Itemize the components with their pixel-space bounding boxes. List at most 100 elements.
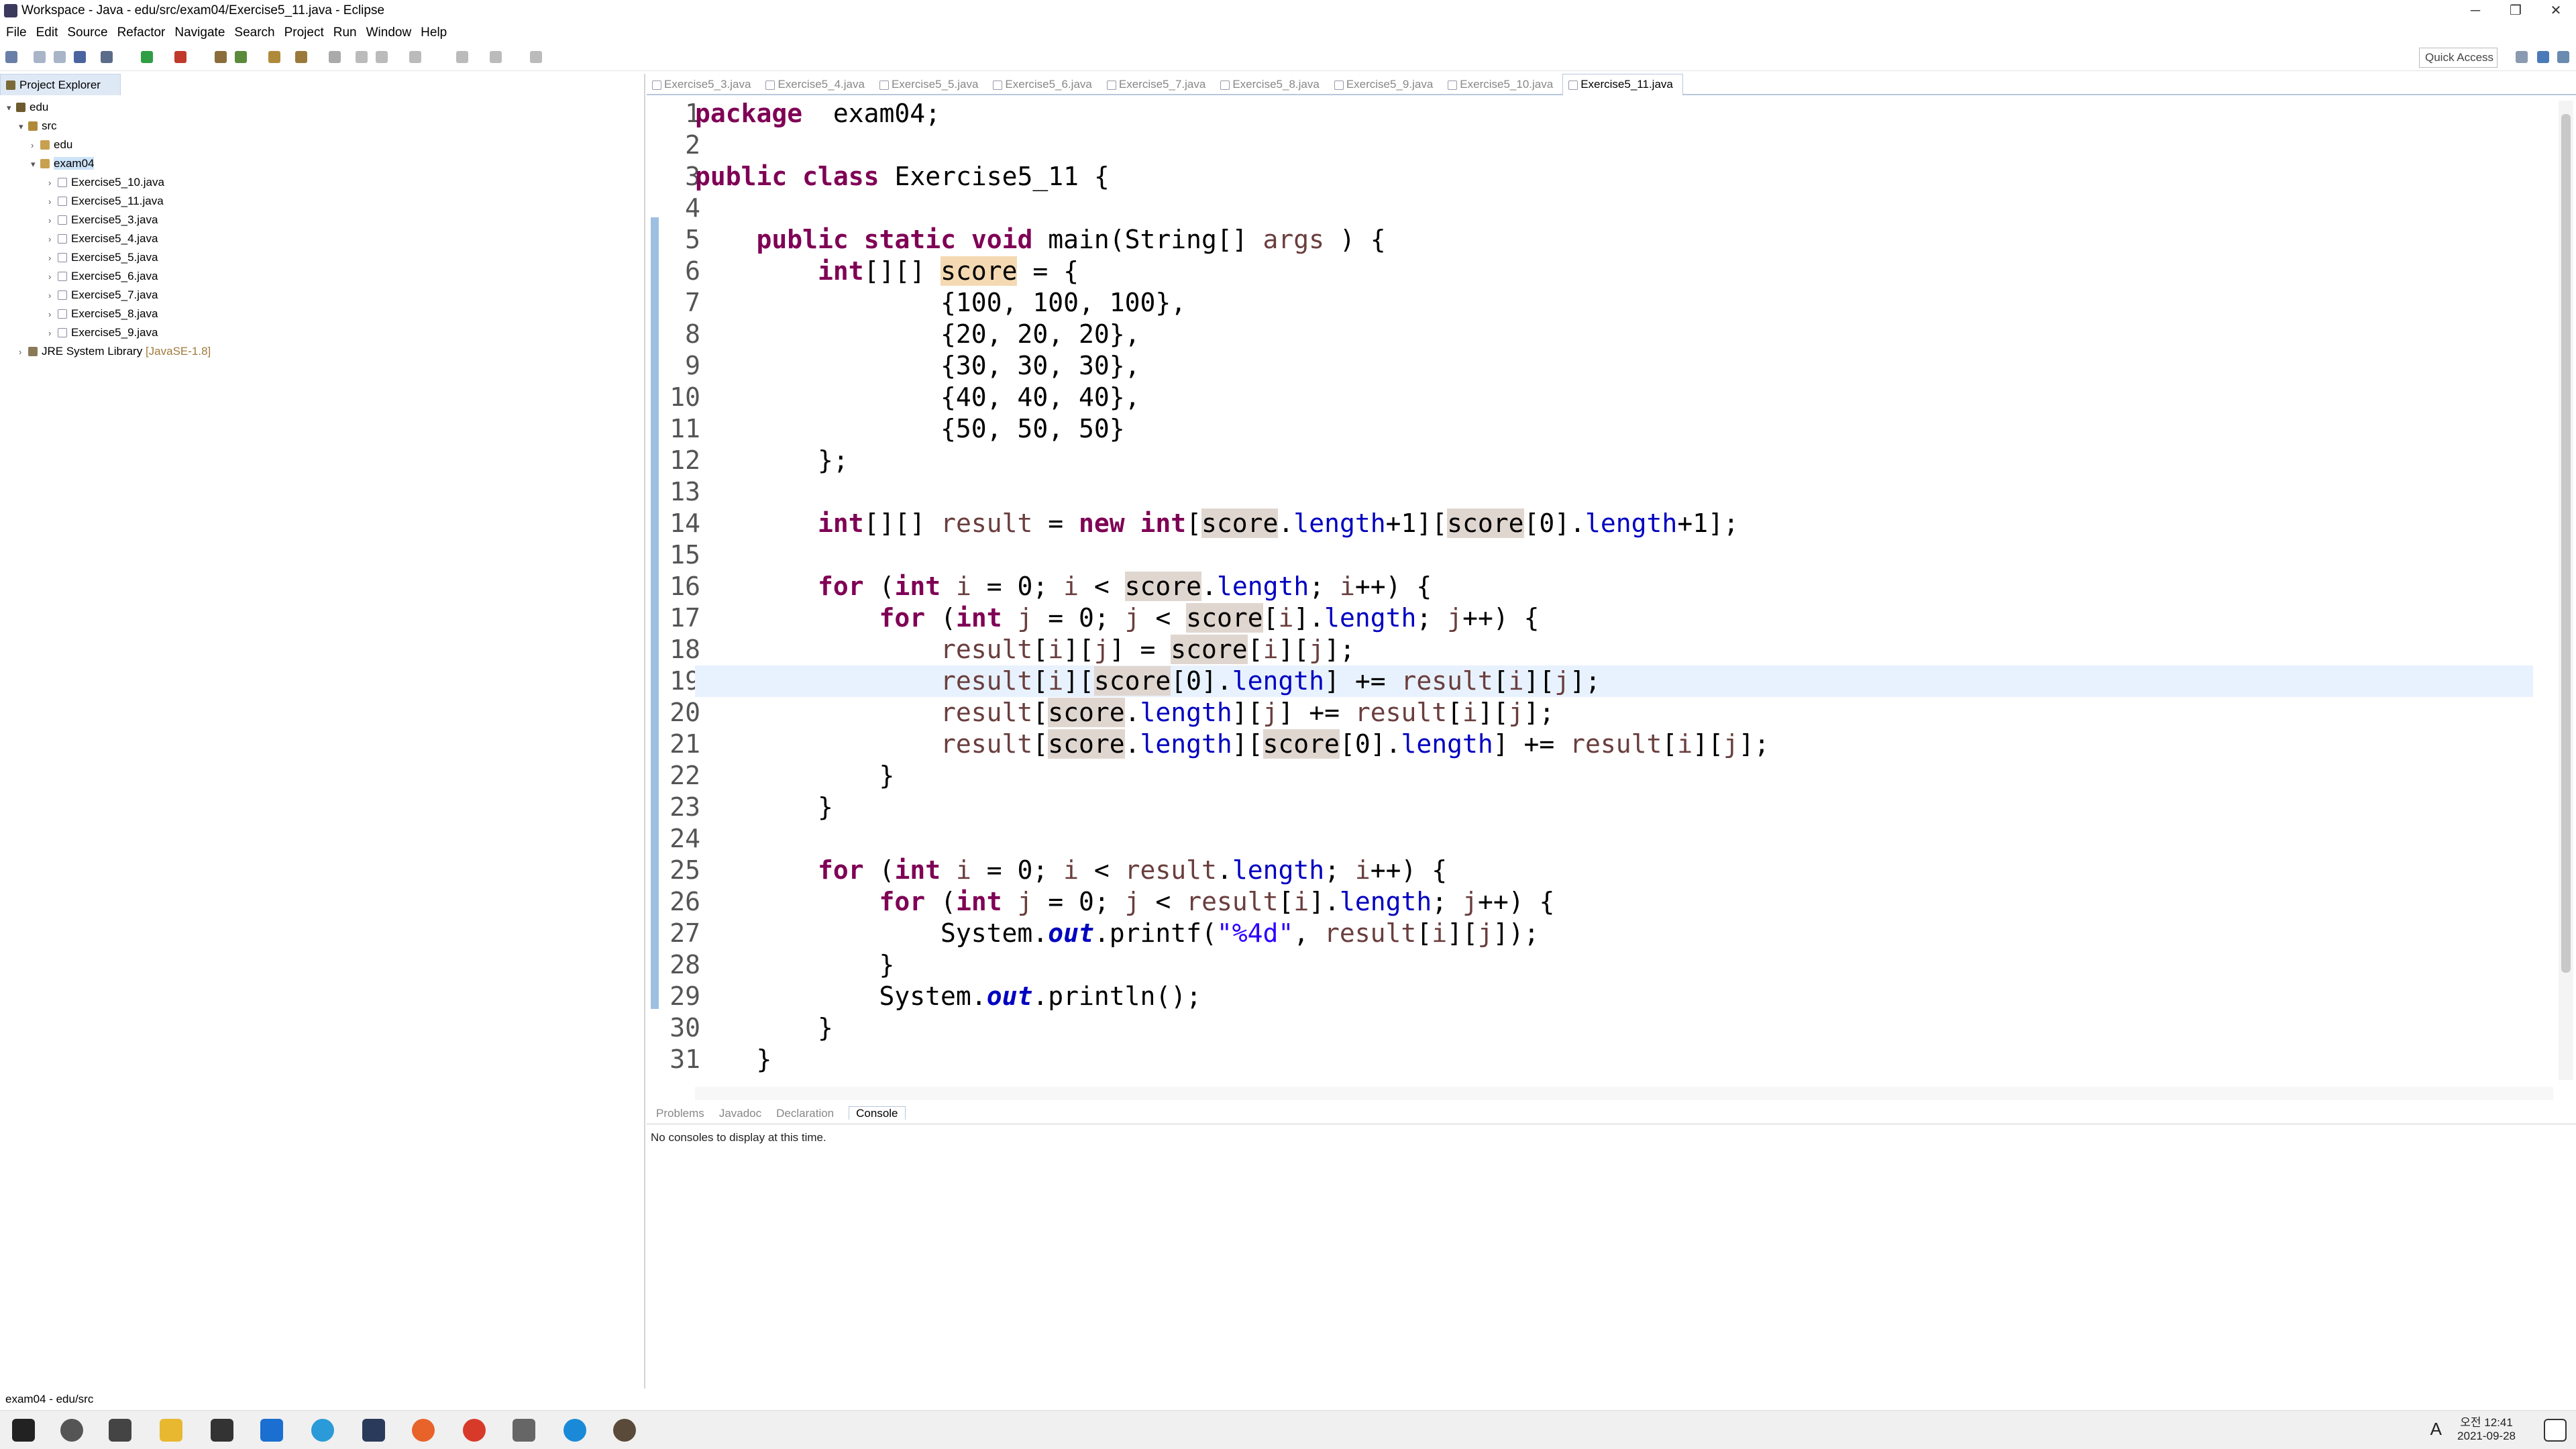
menu-source[interactable]: Source [67,25,107,40]
restore-button[interactable]: ❐ [2496,0,2536,21]
quick-access-input[interactable]: Quick Access [2419,48,2498,68]
chrome-icon[interactable] [463,1419,486,1442]
run-icon[interactable] [141,51,153,63]
code-line[interactable] [695,129,2533,161]
vertical-scrollbar[interactable] [2559,101,2573,1080]
collapse-arrow-icon[interactable]: ▾ [19,117,28,136]
forward-icon[interactable] [490,51,502,63]
tab-console[interactable]: Console [849,1106,906,1120]
task-view-icon[interactable] [109,1419,131,1442]
code-line[interactable]: } [695,760,2533,792]
tab-declaration[interactable]: Declaration [776,1107,834,1120]
save-all-icon[interactable] [54,51,66,63]
editor-tab[interactable]: Exercise5_8.java [1215,74,1328,95]
code-line[interactable]: package exam04; [695,98,2533,129]
toggle-mark-icon[interactable] [329,51,341,63]
code-line[interactable]: } [695,792,2533,823]
tree-item-jre[interactable]: › JRE System Library [JavaSE-1.8] [19,342,211,362]
code-line[interactable]: for (int j = 0; j < score[i].length; j++… [695,602,2533,634]
code-line[interactable]: public class Exercise5_11 { [695,161,2533,193]
mail-icon[interactable] [260,1419,283,1442]
editor-tab[interactable]: Exercise5_5.java [874,74,987,95]
eclipse-taskbar-icon[interactable] [362,1419,385,1442]
menu-file[interactable]: File [6,25,27,40]
back-icon[interactable] [456,51,468,63]
code-line[interactable] [695,476,2533,508]
ie-icon[interactable] [311,1419,334,1442]
debug-icon[interactable] [101,51,113,63]
menu-edit[interactable]: Edit [36,25,58,40]
edge-icon[interactable] [564,1419,586,1442]
pin-icon[interactable] [530,51,542,63]
scroll-thumb[interactable] [2561,114,2571,973]
new-package-icon[interactable] [235,51,247,63]
tree-item-file[interactable]: › Exercise5_6.java [48,267,158,286]
code-line[interactable] [695,823,2533,855]
tree-item-file[interactable]: › Exercise5_7.java [48,286,158,305]
start-icon[interactable] [12,1419,35,1442]
menu-refactor[interactable]: Refactor [117,25,166,40]
tree-item-src[interactable]: ▾ src [19,117,57,136]
code-line[interactable]: result[i][j] = score[i][j]; [695,634,2533,665]
minimize-button[interactable]: ─ [2455,0,2496,21]
print-icon[interactable] [74,51,86,63]
code-line[interactable]: for (int j = 0; j < result[i].length; j+… [695,886,2533,918]
code-line[interactable]: result[score.length][j] += result[i][j]; [695,697,2533,729]
editor-tab[interactable]: Exercise5_3.java [647,74,760,95]
expand-arrow-icon[interactable]: › [31,136,40,155]
tree-item-file[interactable]: › Exercise5_8.java [48,305,158,324]
firefox-icon[interactable] [412,1419,435,1442]
code-line[interactable]: } [695,1044,2533,1075]
close-button[interactable]: ✕ [2536,0,2576,21]
app-icon[interactable] [613,1419,636,1442]
save-icon[interactable] [34,51,46,63]
tree-item-file[interactable]: › Exercise5_4.java [48,229,158,249]
tab-javadoc[interactable]: Javadoc [719,1107,761,1120]
tree-item-file[interactable]: › Exercise5_11.java [48,192,164,211]
next-annotation-icon[interactable] [356,51,368,63]
code-line[interactable]: {50, 50, 50} [695,413,2533,445]
code-line[interactable]: public static void main(String[] args ) … [695,224,2533,256]
editor-tab[interactable]: Exercise5_4.java [760,74,873,95]
code-line[interactable]: System.out.println(); [695,981,2533,1012]
code-line[interactable]: {100, 100, 100}, [695,287,2533,319]
code-line[interactable]: int[][] score = { [695,256,2533,287]
notification-icon[interactable] [2544,1419,2567,1442]
new-icon[interactable] [5,51,17,63]
debug-perspective-icon[interactable] [2557,51,2569,63]
calculator-icon[interactable] [513,1419,535,1442]
editor-tab[interactable]: Exercise5_10.java [1442,74,1562,95]
code-line[interactable]: result[i][score[0].length] += result[i][… [695,665,2533,697]
code-line[interactable]: {20, 20, 20}, [695,319,2533,350]
menu-help[interactable]: Help [421,25,447,40]
tree-item-package-exam04[interactable]: ▾ exam04 [31,154,95,174]
code-line[interactable]: System.out.printf("%4d", result[i][j]); [695,918,2533,949]
code-line[interactable] [695,193,2533,224]
tree-item-file[interactable]: › Exercise5_9.java [48,323,158,343]
file-explorer-icon[interactable] [160,1419,182,1442]
prev-annotation-icon[interactable] [376,51,388,63]
expand-arrow-icon[interactable]: › [19,343,28,362]
project-explorer-tab[interactable]: Project Explorer [0,74,121,95]
last-edit-icon[interactable] [409,51,421,63]
ime-indicator[interactable]: A [2430,1419,2442,1440]
tree-item-file[interactable]: › Exercise5_3.java [48,211,158,230]
store-icon[interactable] [211,1419,233,1442]
clock[interactable]: 오전 12:41 2021-09-28 [2457,1416,2516,1443]
java-perspective-icon[interactable] [2537,51,2549,63]
search-icon[interactable] [295,51,307,63]
code-line[interactable]: for (int i = 0; i < result.length; i++) … [695,855,2533,886]
code-line[interactable]: }; [695,445,2533,476]
new-java-project-icon[interactable] [215,51,227,63]
collapse-arrow-icon[interactable]: ▾ [31,155,40,174]
code-line[interactable]: } [695,949,2533,981]
collapse-arrow-icon[interactable]: ▾ [7,99,16,117]
search-icon[interactable] [60,1419,83,1442]
external-tools-icon[interactable] [174,51,186,63]
editor-tab[interactable]: Exercise5_7.java [1102,74,1215,95]
code-line[interactable]: } [695,1012,2533,1044]
code-line[interactable] [695,539,2533,571]
tree-item-file[interactable]: › Exercise5_10.java [48,173,164,193]
tree-item-package-edu[interactable]: › edu [31,136,72,155]
code-line[interactable]: {40, 40, 40}, [695,382,2533,413]
